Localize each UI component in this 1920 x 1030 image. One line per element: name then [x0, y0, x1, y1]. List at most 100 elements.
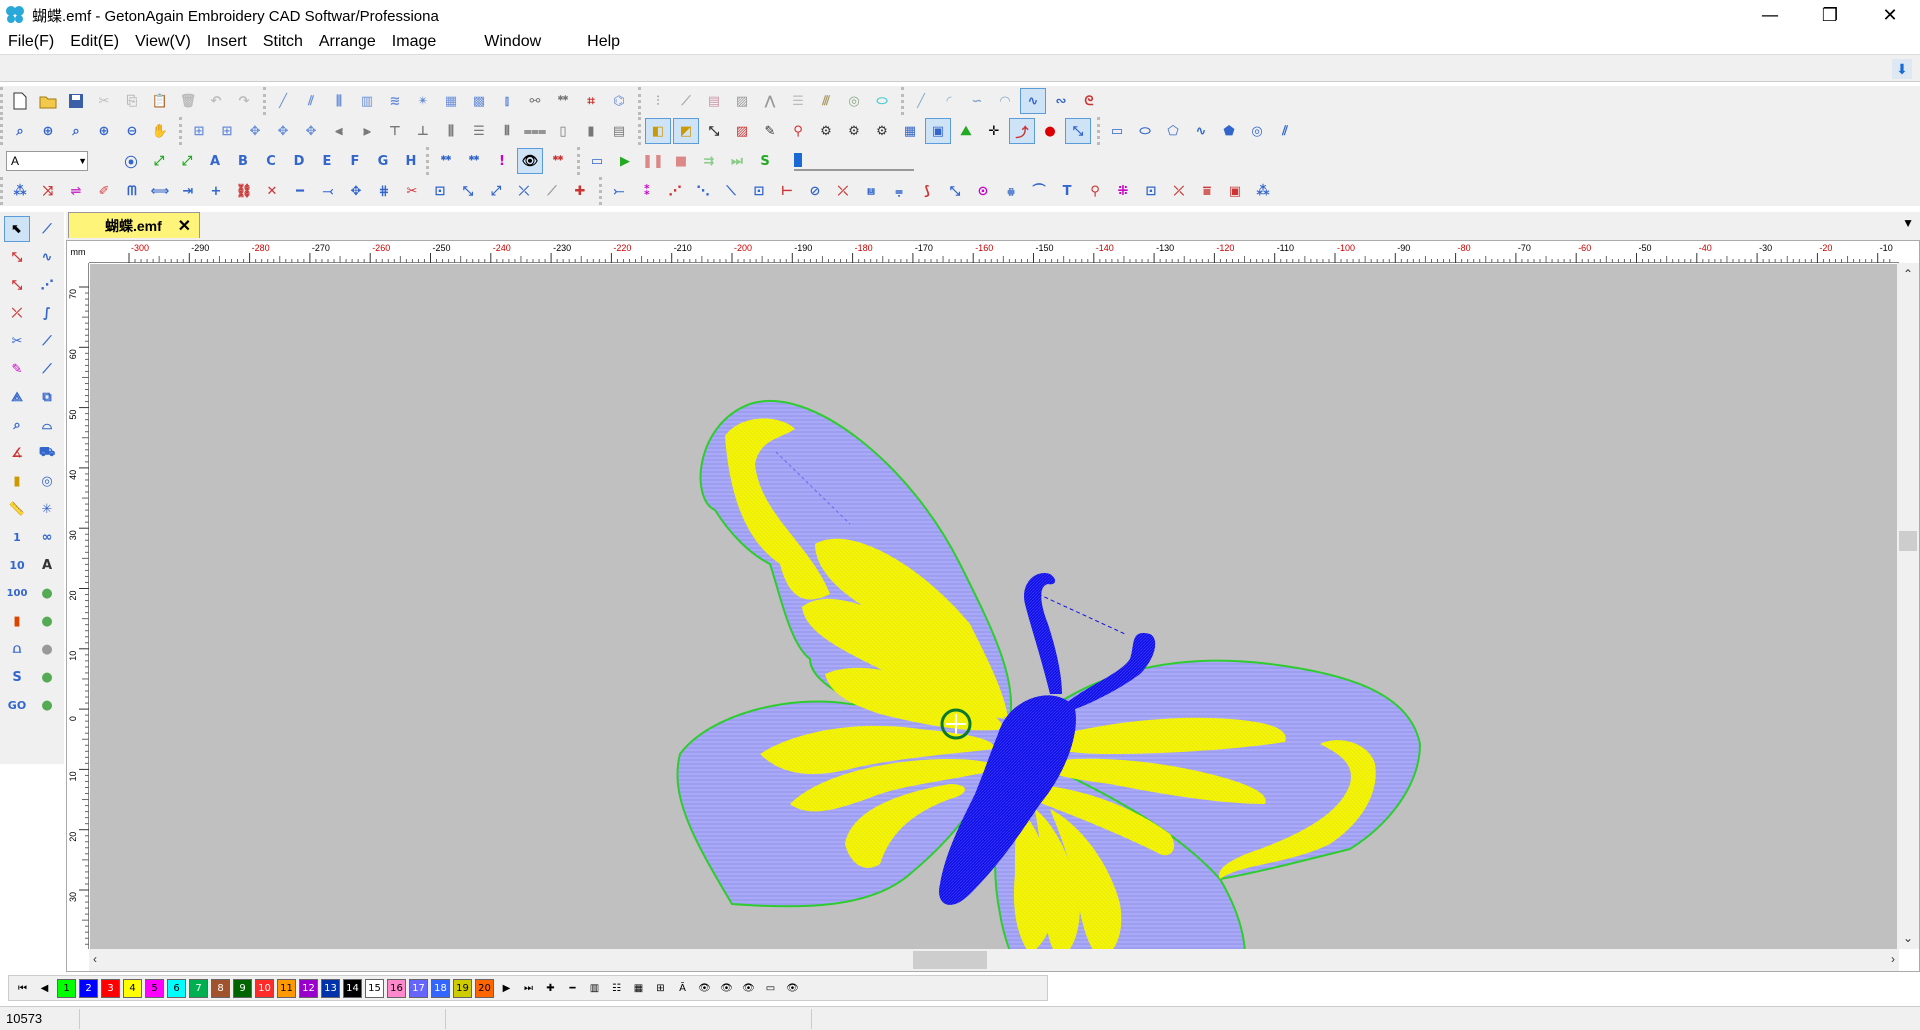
slider-knob[interactable] — [794, 153, 802, 167]
delete-point-icon[interactable]: ✕ — [259, 178, 285, 204]
new-file-icon[interactable] — [7, 88, 33, 114]
letter-f-icon[interactable]: F — [342, 148, 368, 174]
exclamation-icon[interactable]: ! — [489, 148, 515, 174]
green-dot-1-icon[interactable]: ● — [34, 580, 60, 606]
same-height-icon[interactable]: ▮ — [578, 118, 604, 144]
pentagon-icon[interactable]: ⬟ — [1216, 118, 1242, 144]
letter-c-icon[interactable]: C — [258, 148, 284, 174]
prev-color-icon[interactable]: ◀ — [35, 979, 54, 998]
show-pen-icon[interactable]: ✎ — [757, 118, 783, 144]
bubble-icon[interactable]: ⬭ — [869, 88, 895, 114]
line-icon[interactable]: ╱ — [908, 88, 934, 114]
same-width-icon[interactable]: ▯ — [550, 118, 576, 144]
curve-shape-icon[interactable]: ∿ — [1188, 118, 1214, 144]
fill-stitch-icon[interactable]: ▥ — [354, 88, 380, 114]
menu-file[interactable]: File(F) — [0, 33, 62, 51]
text-tool-icon[interactable]: A — [34, 552, 60, 578]
align-bottom-icon[interactable]: ⊥ — [410, 118, 436, 144]
node-delete-icon[interactable]: ⤫ — [4, 300, 30, 326]
spool-1-icon[interactable]: ⚙ — [813, 118, 839, 144]
color-swatch[interactable]: 9 — [233, 978, 252, 998]
color-swatch[interactable]: 14 — [343, 978, 362, 998]
color-swatch[interactable]: 13 — [321, 978, 340, 998]
letter-e-icon[interactable]: E — [314, 148, 340, 174]
color-swatch[interactable]: 7 — [189, 978, 208, 998]
pattern-fill-icon[interactable]: ▦ — [438, 88, 464, 114]
half-circle-icon[interactable]: ◠ — [992, 88, 1018, 114]
node-21-icon[interactable]: ⁂ — [1250, 178, 1276, 204]
same-size-icon[interactable]: ▤ — [606, 118, 632, 144]
menu-window[interactable]: Window — [476, 33, 549, 51]
select-arrow-icon[interactable]: ⬉ — [4, 216, 30, 242]
menu-arrange[interactable]: Arrange — [311, 33, 384, 51]
lines-icon[interactable]: ☰ — [785, 88, 811, 114]
green-dot-4-icon[interactable]: ● — [34, 692, 60, 718]
hatch-icon[interactable]: ⫽ — [1272, 118, 1298, 144]
distribute-v-icon[interactable]: ⩶ — [522, 118, 548, 144]
remove-color-icon[interactable]: ━ — [563, 979, 582, 998]
menu-view[interactable]: View(V) — [127, 33, 199, 51]
pause-icon[interactable]: ❚❚ — [640, 148, 666, 174]
color-swatch[interactable]: 3 — [101, 978, 120, 998]
parallel-icon[interactable]: ⇌ — [63, 178, 89, 204]
monitor-icon[interactable]: ▣ — [1222, 178, 1248, 204]
node-6-icon[interactable]: ⊡ — [746, 178, 772, 204]
letter-b-icon[interactable]: B — [230, 148, 256, 174]
insert-point-icon[interactable]: ⇥ — [175, 178, 201, 204]
box-select-icon[interactable]: ⊡ — [427, 178, 453, 204]
measure-icon[interactable]: ⟁ — [4, 384, 30, 410]
tab-close-icon[interactable]: ✕ — [178, 216, 191, 236]
menu-edit[interactable]: Edit(E) — [62, 33, 127, 51]
zoom-in-icon[interactable]: ⊕ — [35, 118, 61, 144]
show-jump-icon[interactable]: ▨ — [729, 118, 755, 144]
center-horizontal-icon[interactable]: ☰ — [466, 118, 492, 144]
copy-icon[interactable]: ⎘ — [119, 88, 145, 114]
color-swatch[interactable]: 8 — [211, 978, 230, 998]
close-button[interactable]: ✕ — [1860, 0, 1920, 30]
polygon-icon[interactable]: ⬠ — [1160, 118, 1186, 144]
dotted-line-icon[interactable]: ⋰ — [34, 272, 60, 298]
letter-h-icon[interactable]: H — [398, 148, 424, 174]
font-combo[interactable]: A ▼ — [6, 151, 88, 171]
node-10-icon[interactable]: ⩏ — [858, 178, 884, 204]
arc-icon[interactable]: ◜ — [936, 88, 962, 114]
show-needle-icon[interactable]: ⚲ — [785, 118, 811, 144]
crosshair-icon[interactable]: ✛ — [981, 118, 1007, 144]
view-5-icon[interactable]: 👁 — [783, 979, 802, 998]
loop-icon[interactable]: ∞ — [34, 524, 60, 550]
ellipse-icon[interactable]: ⬭ — [1132, 118, 1158, 144]
node-add-icon[interactable]: ⤡ — [4, 272, 30, 298]
node-19-icon[interactable]: ⤫ — [1166, 178, 1192, 204]
stop-icon[interactable]: ■ — [668, 148, 694, 174]
scroll-left-icon[interactable]: ‹ — [93, 952, 97, 966]
show-outline-icon[interactable]: ◩ — [673, 118, 699, 144]
zoom-fit-icon[interactable]: ⌕ — [63, 118, 89, 144]
snowflake-icon[interactable]: ✳ — [34, 496, 60, 522]
ruler-icon[interactable]: 📏 — [4, 496, 30, 522]
s-curve-icon[interactable]: ∫ — [34, 300, 60, 326]
satin-column-icon[interactable]: ⫼ — [326, 88, 352, 114]
frame-icon[interactable]: ⩍ — [4, 636, 30, 662]
menu-help[interactable]: Help — [579, 33, 628, 51]
cut-icon[interactable]: ✂ — [91, 88, 117, 114]
eye-icon[interactable]: 👁 — [517, 148, 543, 174]
spline-icon[interactable]: ∾ — [1048, 88, 1074, 114]
node-17-icon[interactable]: ⁜ — [1110, 178, 1136, 204]
cross-hatch-icon[interactable]: ▨ — [729, 88, 755, 114]
spiral-shape-icon[interactable]: ◎ — [1244, 118, 1270, 144]
undo-icon[interactable]: ↶ — [203, 88, 229, 114]
cup-icon[interactable]: ⌓ — [34, 412, 60, 438]
spiral-icon[interactable]: ᘓ — [1076, 88, 1102, 114]
node-7-icon[interactable]: ⊢ — [774, 178, 800, 204]
play-icon[interactable]: ▶ — [612, 148, 638, 174]
drawing-area[interactable] — [90, 264, 1899, 949]
move-point-icon[interactable]: ✥ — [343, 178, 369, 204]
move-horizontal-icon[interactable]: ✥ — [298, 118, 324, 144]
grid-fill-icon[interactable]: ▩ — [466, 88, 492, 114]
grid-point-icon[interactable]: ⋕ — [371, 178, 397, 204]
line-3-icon[interactable]: ⟋ — [34, 356, 60, 382]
color-text-icon[interactable]: Ā — [673, 979, 692, 998]
feather-icon[interactable]: ⫻ — [813, 88, 839, 114]
align-right-icon[interactable]: ⫸ — [354, 118, 380, 144]
horizontal-scrollbar[interactable]: ‹ › — [89, 949, 1899, 971]
